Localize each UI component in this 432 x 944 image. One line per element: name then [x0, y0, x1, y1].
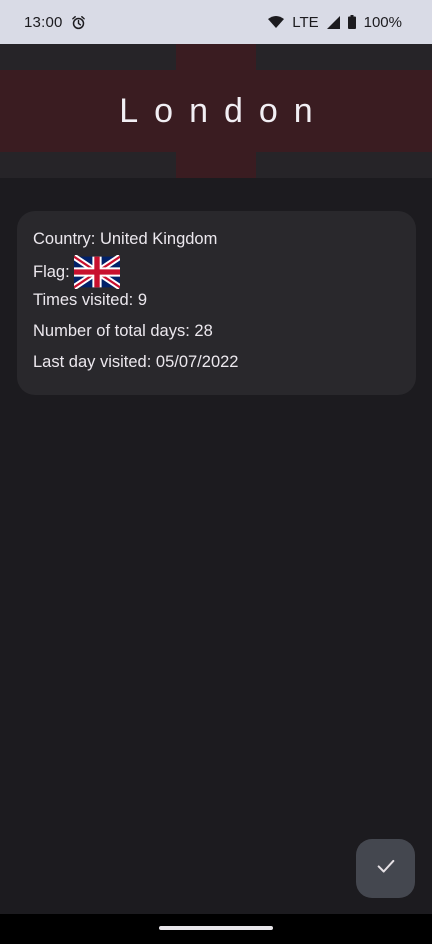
uk-flag-icon: [71, 254, 122, 290]
check-icon: [375, 855, 397, 882]
navigation-bar: [0, 914, 432, 944]
wifi-icon: [268, 15, 285, 29]
alarm-icon: [71, 15, 86, 30]
total-days-row: Number of total days: 28: [33, 322, 213, 340]
city-header: London: [0, 44, 432, 178]
status-time: 13:00: [24, 13, 63, 31]
battery-percent: 100%: [363, 13, 402, 31]
status-right: LTE 100%: [268, 14, 402, 31]
status-bar: 13:00 LTE 100%: [0, 0, 432, 44]
last-visited-row: Last day visited: 05/07/2022: [33, 353, 239, 371]
city-title: London: [119, 91, 329, 130]
signal-icon: [326, 15, 340, 29]
flag-row: Flag:: [33, 254, 400, 290]
visit-info-card: Country: United Kingdom Flag: Times visi…: [17, 211, 416, 395]
battery-icon: [347, 15, 356, 29]
network-type: LTE: [292, 13, 319, 31]
confirm-fab-button[interactable]: [356, 839, 415, 898]
flag-label: Flag:: [33, 263, 70, 281]
status-left: 13:00: [24, 14, 86, 31]
home-gesture-handle[interactable]: [159, 926, 273, 930]
times-visited-row: Times visited: 9: [33, 291, 148, 309]
